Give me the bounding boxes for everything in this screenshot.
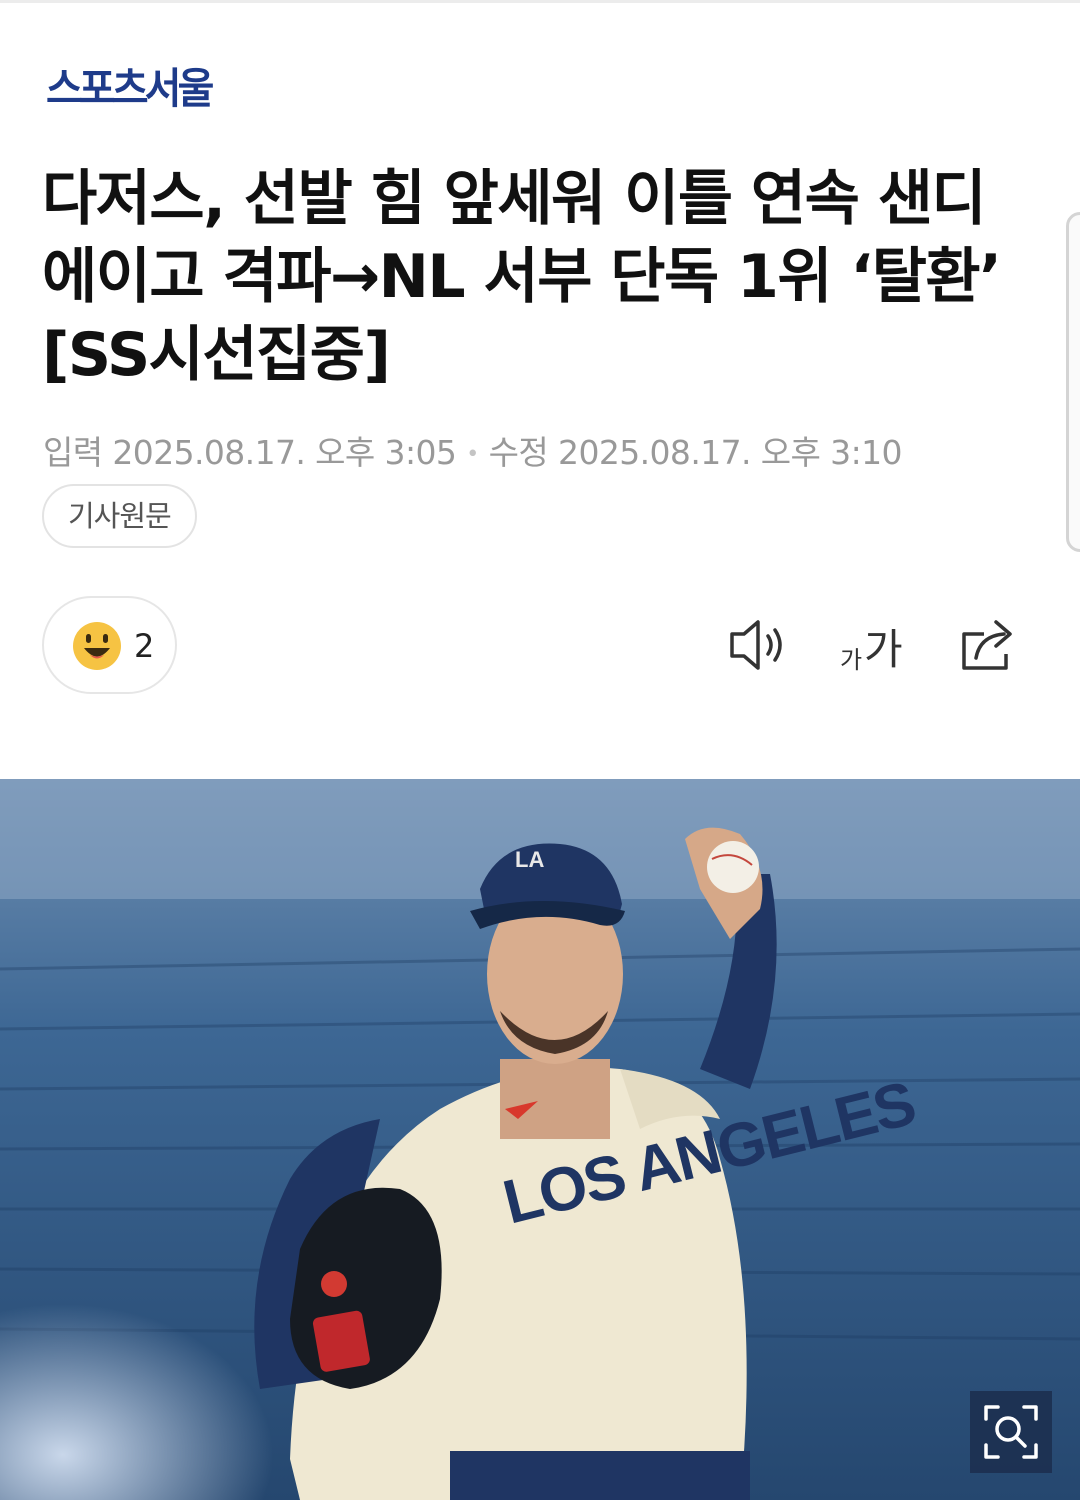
article-headline: 다저스, 선발 힘 앞세워 이틀 연속 샌디에이고 격파→NL 서부 단독 1위… <box>42 164 1002 390</box>
smiling-face-icon <box>73 622 121 670</box>
zoom-icon <box>984 1405 1038 1459</box>
speaker-icon <box>730 620 782 670</box>
font-size-big-label: 가 <box>864 625 903 674</box>
published-date: 입력 2025.08.17. 오후 3:05 <box>43 433 457 472</box>
share-icon <box>962 620 1012 670</box>
original-article-button[interactable]: 기사원문 <box>42 484 197 548</box>
reaction-count: 2 <box>134 627 155 665</box>
reaction-button[interactable]: 2 <box>42 596 177 694</box>
dot-separator: • <box>466 442 479 467</box>
article-page: 스포츠서울 다저스, 선발 힘 앞세워 이틀 연속 샌디에이고 격파→NL 서부… <box>0 0 1080 1500</box>
updated-date: 수정 2025.08.17. 오후 3:10 <box>488 433 903 472</box>
pitcher-photo: LA LOS ANGELES <box>0 779 1080 1500</box>
side-scroll-handle[interactable] <box>1066 212 1080 552</box>
top-divider <box>0 0 1080 3</box>
article-photo[interactable]: LA LOS ANGELES <box>0 779 1080 1500</box>
photo-zoom-button[interactable] <box>970 1391 1052 1473</box>
article-dates: 입력 2025.08.17. 오후 3:05 • 수정 2025.08.17. 오후… <box>43 426 902 474</box>
share-button[interactable] <box>954 612 1024 678</box>
press-logo[interactable]: 스포츠서울 <box>46 64 265 114</box>
font-size-small-label: 가 <box>840 646 863 674</box>
svg-text:LA: LA <box>515 847 544 872</box>
listen-button[interactable] <box>724 612 794 678</box>
font-size-button[interactable]: 가 가 <box>836 612 906 678</box>
